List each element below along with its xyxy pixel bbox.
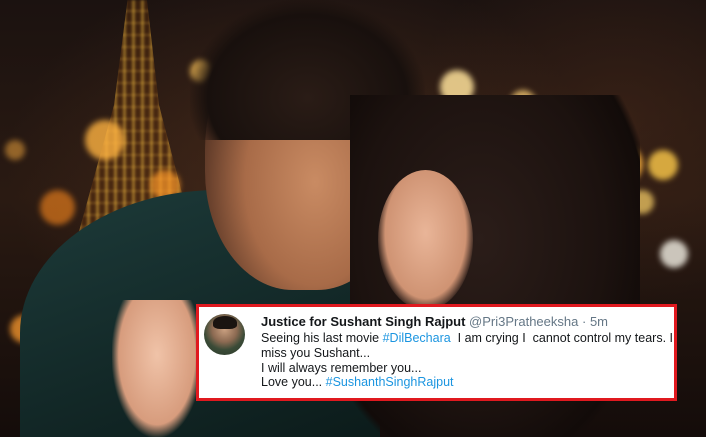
bokeh-light [40,190,75,225]
display-name[interactable]: Justice for Sushant Singh Rajput [261,314,465,329]
tweet-text: I will always remember you... [261,360,422,375]
user-handle[interactable]: @Pri3Pratheeksha [469,314,578,329]
separator-dot: · [581,314,587,329]
bokeh-light [85,120,125,160]
tweet-text: miss you Sushant... [261,345,371,360]
woman-hands [112,300,202,437]
tweet-header: Justice for Sushant Singh Rajput @Pri3Pr… [261,313,664,330]
woman-face [378,170,473,310]
bokeh-light [660,240,688,268]
timestamp[interactable]: 5m [590,314,608,329]
bokeh-light [648,150,678,180]
tweet-text: I am crying I cannot control my tears. I [450,331,673,345]
tweet-text: Seeing his last movie [261,331,383,345]
hashtag-link[interactable]: #SushanthSinghRajput [326,375,454,389]
tweet-text: Love you... [261,375,326,390]
tweet-card: Justice for Sushant Singh Rajput @Pri3Pr… [196,304,677,401]
bokeh-light [5,140,25,160]
tweet-body: Seeing his last movie #DilBechara I am c… [261,331,673,390]
avatar-icon[interactable] [204,314,245,355]
hashtag-link[interactable]: #DilBechara [383,331,451,345]
